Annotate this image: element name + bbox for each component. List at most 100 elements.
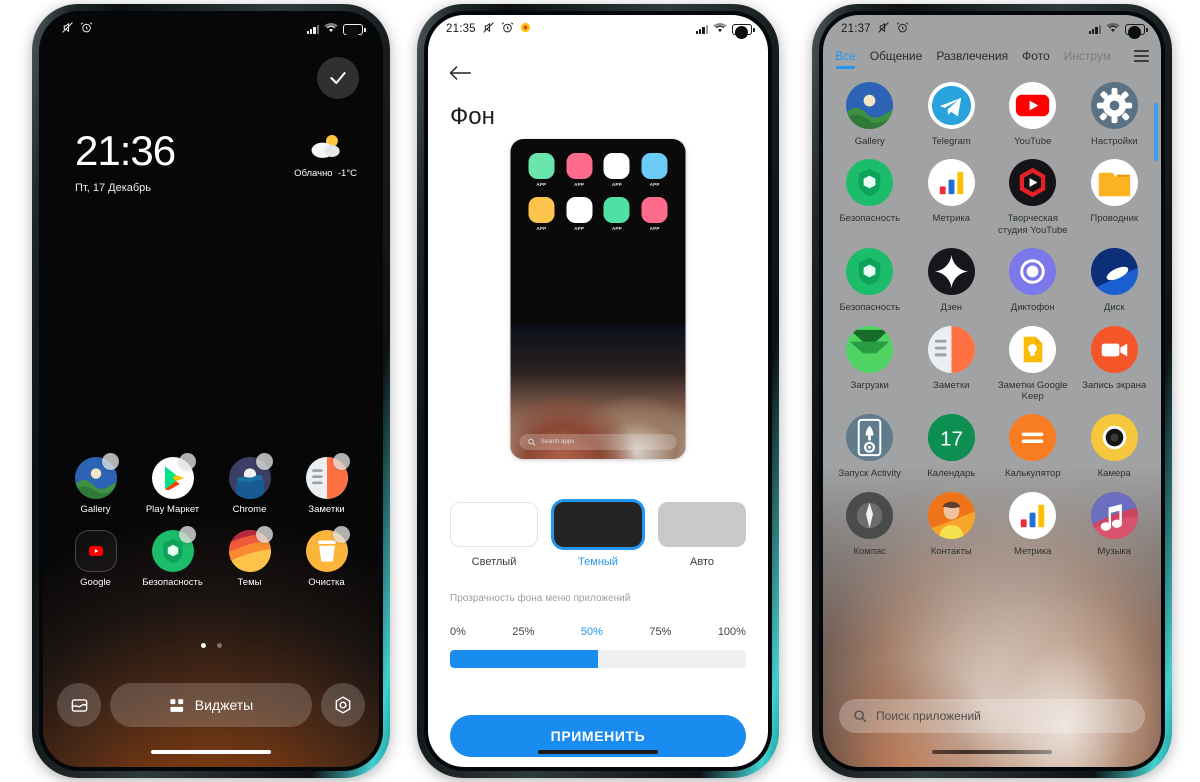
drag-badge[interactable] xyxy=(178,453,196,470)
weather-condition: Облачно xyxy=(294,168,333,179)
drawer-app-settings[interactable]: Настройки xyxy=(1074,82,1156,147)
app-chrome[interactable]: Chrome xyxy=(211,453,288,516)
app-label: Chrome xyxy=(232,504,267,515)
drawer-app-label: Проводник xyxy=(1090,213,1139,225)
drawer-app-compass[interactable]: Компас xyxy=(829,491,911,557)
drawer-app-file-explorer[interactable]: Проводник xyxy=(1074,159,1156,236)
drag-badge[interactable] xyxy=(332,453,350,470)
confirm-check-button[interactable] xyxy=(317,57,359,99)
phone-3-bezel: 21:37 Все Общение Развлечения Фото Инстр… xyxy=(819,11,1165,771)
drawer-app-zen[interactable]: Дзен xyxy=(911,248,993,313)
app-cleaner[interactable]: Очистка xyxy=(288,525,365,589)
app-google-folder[interactable]: Google xyxy=(57,529,134,589)
widgets-button[interactable]: Виджеты xyxy=(110,683,312,727)
drawer-app-calendar[interactable]: 17 Календарь xyxy=(911,414,993,479)
drag-badge[interactable] xyxy=(255,525,273,543)
drawer-app-camera[interactable]: Камера xyxy=(1074,414,1156,479)
settings-icon xyxy=(335,696,351,714)
play-store-icon xyxy=(151,453,196,499)
theme-label: Светлый xyxy=(471,556,517,568)
phone-2-screen: 21:35 Фон APP APP APP APP APP APP APP AP… xyxy=(428,15,768,767)
drawer-app-activity-launcher[interactable]: Запуск Activity xyxy=(829,414,911,479)
drawer-app-metrica-2[interactable]: Метрика xyxy=(992,491,1074,557)
drawer-app-label: Заметки Google Keep xyxy=(997,379,1068,402)
drawer-app-label: Запись экрана xyxy=(1082,379,1147,391)
app-themes[interactable]: Темы xyxy=(211,525,288,589)
back-button[interactable] xyxy=(448,63,472,88)
drawer-app-label: Gallery xyxy=(854,136,885,147)
tab-communication[interactable]: Общение xyxy=(870,49,923,70)
drag-badge[interactable] xyxy=(178,525,196,543)
slider-caption: Прозрачность фона меню приложений xyxy=(450,593,631,604)
drawer-app-music[interactable]: Музыка xyxy=(1074,491,1156,557)
preview-app-label: APP xyxy=(649,226,660,231)
app-security[interactable]: Безопасность xyxy=(134,525,211,589)
home-gesture-bar[interactable] xyxy=(151,750,271,754)
drawer-app-security-2[interactable]: Безопасность xyxy=(829,248,911,313)
preview-app-icon xyxy=(528,197,555,223)
drawer-app-recorder[interactable]: Диктофон xyxy=(992,248,1074,313)
drawer-app-metrica-1[interactable]: Метрика xyxy=(911,159,993,236)
drawer-app-contacts[interactable]: Контакты xyxy=(911,491,993,557)
drawer-app-label: Загрузки xyxy=(850,379,889,391)
youtube-mini-icon xyxy=(88,545,103,556)
preview-app-icon xyxy=(566,153,593,179)
theme-option-auto[interactable]: Авто xyxy=(658,502,746,568)
drawer-app-google-keep[interactable]: Заметки Google Keep xyxy=(992,325,1074,403)
hamburger-icon[interactable] xyxy=(1134,50,1153,68)
signal-icon xyxy=(695,24,708,34)
drawer-app-grid: Gallery Telegram YouTube Настройки Безоп… xyxy=(823,70,1161,557)
drawer-app-security-1[interactable]: Безопасность xyxy=(829,159,911,236)
search-placeholder: Поиск приложений xyxy=(876,709,981,723)
drawer-app-downloads[interactable]: Загрузки xyxy=(829,325,911,403)
metrica-icon xyxy=(927,159,975,207)
phone-1-home-screen: 62 21:36 Пт, 17 Декабрь xyxy=(32,4,390,778)
preview-search-bar: Search apps xyxy=(519,434,677,450)
music-icon xyxy=(1090,491,1138,539)
weather-widget[interactable]: Облачно -1°C xyxy=(294,133,357,179)
home-gesture-bar[interactable] xyxy=(538,750,658,754)
drag-badge[interactable] xyxy=(255,453,273,470)
drawer-app-screen-record[interactable]: Запись экрана xyxy=(1074,325,1156,403)
tab-photo[interactable]: Фото xyxy=(1022,49,1050,70)
drawer-app-calculator[interactable]: Калькулятор xyxy=(992,414,1074,479)
drawer-app-telegram[interactable]: Telegram xyxy=(911,82,993,147)
theme-option-dark[interactable]: Темный xyxy=(554,502,642,568)
clock-date: Пт, 17 Декабрь xyxy=(75,182,152,194)
theme-swatch-light xyxy=(450,502,538,547)
preview-app-label: APP xyxy=(611,226,622,231)
tab-tools[interactable]: Инструм xyxy=(1064,49,1111,70)
page-title: Фон xyxy=(450,103,495,130)
wallpaper-button[interactable] xyxy=(57,683,101,727)
drag-badge[interactable] xyxy=(332,525,350,543)
app-play-market[interactable]: Play Маркет xyxy=(134,453,211,516)
mute-icon xyxy=(61,21,74,38)
home-gesture-bar[interactable] xyxy=(932,750,1052,754)
theme-option-light[interactable]: Светлый xyxy=(450,502,538,568)
page-dot[interactable] xyxy=(216,643,222,648)
drawer-app-label: YouTube xyxy=(1014,136,1052,147)
drag-badge[interactable] xyxy=(101,453,119,470)
page-dot-active[interactable] xyxy=(200,643,206,648)
drawer-app-youtube[interactable]: YouTube xyxy=(992,82,1074,147)
drawer-app-notes[interactable]: Заметки xyxy=(911,325,993,403)
tab-entertainment[interactable]: Развлечения xyxy=(936,49,1008,70)
transparency-slider[interactable] xyxy=(450,650,746,668)
phone-3-app-drawer: 21:37 Все Общение Развлечения Фото Инстр… xyxy=(812,4,1172,778)
drawer-app-label: Калькулятор xyxy=(1004,468,1061,480)
drawer-app-yandex-disk[interactable]: Диск xyxy=(1074,248,1156,313)
drawer-app-youtube-studio[interactable]: Творческая студия YouTube xyxy=(992,159,1074,236)
phone-3-screen: 21:37 Все Общение Развлечения Фото Инстр… xyxy=(823,15,1161,767)
slider-tick: 0% xyxy=(450,626,466,638)
tab-all[interactable]: Все xyxy=(835,49,856,70)
signal-icon xyxy=(306,24,319,34)
app-notes[interactable]: Заметки xyxy=(288,453,365,516)
slider-tick-active: 50% xyxy=(580,626,603,638)
drawer-app-label: Метрика xyxy=(932,213,971,225)
app-gallery[interactable]: Gallery xyxy=(57,453,134,516)
scrollbar-thumb[interactable] xyxy=(1154,103,1158,161)
home-settings-button[interactable] xyxy=(321,683,365,727)
drawer-app-gallery[interactable]: Gallery xyxy=(829,82,911,147)
app-search-bar[interactable]: Поиск приложений xyxy=(839,699,1145,733)
drawer-app-label: Настройки xyxy=(1090,136,1138,147)
